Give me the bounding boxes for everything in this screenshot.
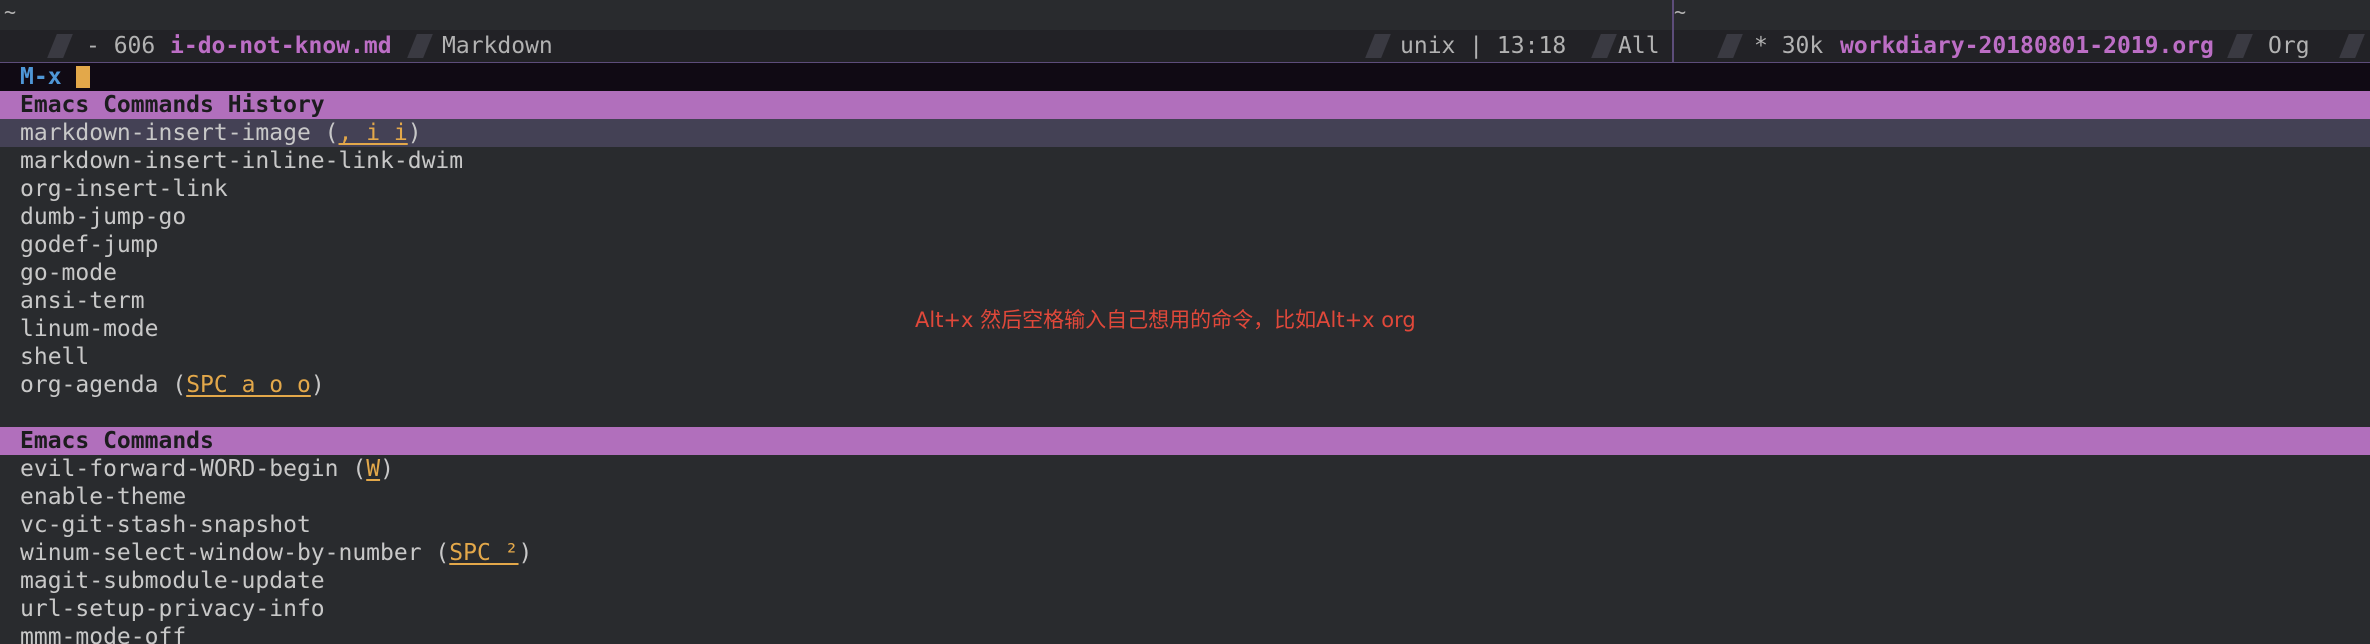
buffer-position: All (1618, 33, 1660, 59)
buffer-status: * 30k (1754, 33, 1824, 59)
command-name: godef-jump (20, 232, 159, 258)
separator (2227, 34, 2253, 58)
command-name: mmm-mode-off (20, 624, 187, 644)
list-item[interactable]: enable-theme (0, 483, 2370, 511)
mode-line: 1 - 606 i-do-not-know.md Markdown unix |… (0, 30, 2370, 86)
list-item[interactable]: mmm-mode-off (0, 623, 2370, 644)
encoding-and-time: unix | 13:18 (1400, 33, 1567, 59)
buffer-status: - 606 (86, 33, 156, 59)
command-name: evil-forward-WORD-begin (20, 456, 339, 482)
annotation-text: Alt+x 然后空格输入自己想用的命令，比如Alt+x org (915, 308, 1416, 332)
buffer-filename[interactable]: i-do-not-know.md (170, 30, 392, 62)
command-name: winum-select-window-by-number (20, 540, 422, 566)
list-item[interactable]: go-mode (0, 259, 2370, 287)
section-header-commands: Emacs Commands (0, 427, 2370, 455)
command-name: markdown-insert-image (20, 120, 311, 146)
major-mode[interactable]: Markdown (442, 30, 553, 62)
major-mode[interactable]: Org (2268, 30, 2310, 62)
separator (1365, 34, 1391, 58)
list-item[interactable]: godef-jump (0, 231, 2370, 259)
empty-line-marker: ~ (4, 0, 17, 24)
emacs-frame: ~ ~ 1 - 606 i-do-not-know.md Markdown un… (0, 0, 2370, 644)
list-item[interactable]: shell (0, 343, 2370, 371)
command-name: enable-theme (20, 484, 187, 510)
minibuffer[interactable]: M-x (0, 63, 2370, 91)
command-name: url-setup-privacy-info (20, 596, 325, 622)
command-name: magit-submodule-update (20, 568, 325, 594)
separator (1591, 34, 1617, 58)
command-name: linum-mode (20, 316, 159, 342)
list-item[interactable]: url-setup-privacy-info (0, 595, 2370, 623)
command-name: org-insert-link (20, 176, 228, 202)
list-item[interactable]: markdown-insert-inline-link-dwim (0, 147, 2370, 175)
editor-buffer-area[interactable]: ~ ~ (0, 0, 2370, 30)
command-name: markdown-insert-inline-link-dwim (20, 148, 464, 174)
window-divider (1672, 30, 1674, 62)
list-item[interactable]: magit-submodule-update (0, 567, 2370, 595)
list-item[interactable]: winum-select-window-by-number (SPC ²) (0, 539, 2370, 567)
keybinding: SPC a o o (186, 372, 311, 398)
list-item[interactable]: vc-git-stash-snapshot (0, 511, 2370, 539)
keybinding: W (366, 456, 381, 482)
minibuffer-prompt: M-x (20, 64, 62, 90)
command-name: org-agenda (20, 372, 159, 398)
buffer-filename[interactable]: workdiary-20180801-2019.org (1840, 30, 2214, 62)
command-name: shell (20, 344, 90, 370)
command-name: dumb-jump-go (20, 204, 187, 230)
completion-list: Emacs Commands History markdown-insert-i… (0, 91, 2370, 644)
command-name: vc-git-stash-snapshot (20, 512, 311, 538)
keybinding: , i i (338, 120, 408, 146)
list-item[interactable]: org-agenda (SPC a o o) (0, 371, 2370, 399)
command-name: ansi-term (20, 288, 145, 314)
list-item[interactable]: dumb-jump-go (0, 203, 2370, 231)
command-name: go-mode (20, 260, 117, 286)
section-header-history: Emacs Commands History (0, 91, 2370, 119)
list-item[interactable]: evil-forward-WORD-begin (W) (0, 455, 2370, 483)
separator (2339, 34, 2365, 58)
list-item[interactable]: markdown-insert-image (, i i) (0, 119, 2370, 147)
keybinding: SPC ² (449, 540, 519, 566)
separator (407, 34, 433, 58)
text-cursor (76, 66, 90, 88)
list-item[interactable]: org-insert-link (0, 175, 2370, 203)
empty-line-marker: ~ (1674, 0, 1687, 24)
